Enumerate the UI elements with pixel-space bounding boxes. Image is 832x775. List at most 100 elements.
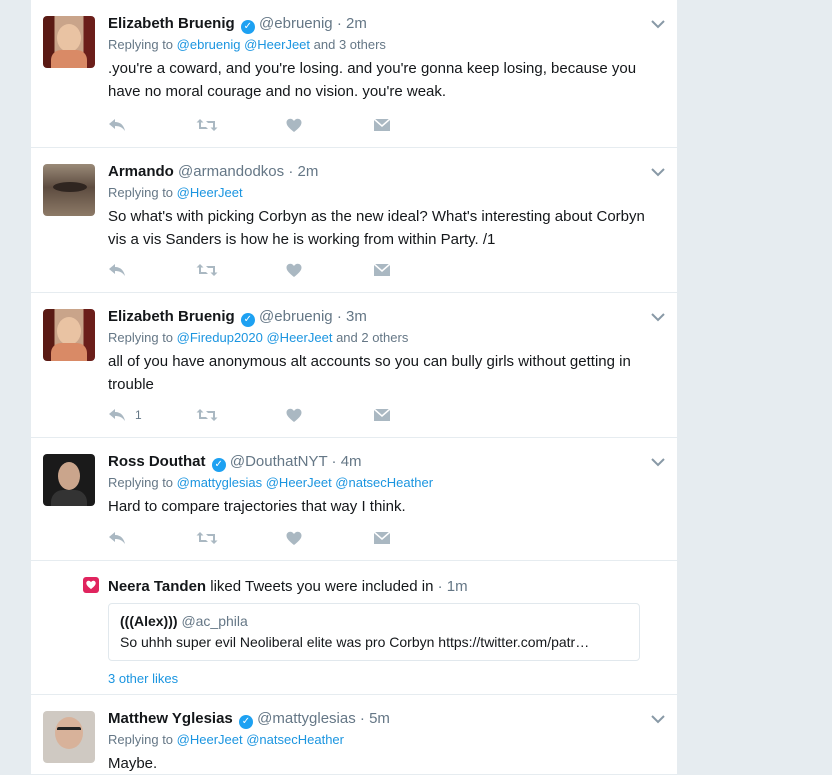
tweet-header: Armando @armandodkos · 2m (108, 162, 661, 182)
reply-icon[interactable]: 1 (108, 405, 142, 425)
reply-icon[interactable] (108, 260, 126, 280)
verified-badge-icon: ✓ (240, 20, 255, 34)
tweet-item[interactable]: Armando @armandodkos · 2m Replying to @H… (31, 148, 677, 293)
replying-label: Replying to (108, 475, 174, 490)
replying-mentions[interactable]: @HeerJeet @natsecHeather (177, 732, 344, 747)
timestamp[interactable]: 5m (369, 710, 390, 727)
separator: · (336, 15, 342, 32)
chevron-down-icon[interactable] (651, 309, 665, 322)
author-name[interactable]: Elizabeth Bruenig (108, 308, 235, 325)
replying-mentions[interactable]: @ebruenig @HeerJeet (177, 37, 310, 52)
tweet-content: Elizabeth Bruenig ✓ @ebruenig · 3m Reply… (108, 307, 661, 396)
tweet-item[interactable]: Elizabeth Bruenig ✓ @ebruenig · 2m Reply… (31, 0, 677, 148)
right-background (677, 0, 832, 775)
replying-label: Replying to (108, 732, 174, 747)
author-handle[interactable]: @ebruenig (259, 308, 333, 325)
chevron-down-icon[interactable] (651, 454, 665, 467)
tweet-header: Matthew Yglesias ✓ @mattyglesias · 5m (108, 709, 661, 729)
avatar[interactable] (43, 454, 95, 506)
author-handle[interactable]: @armandodkos (178, 163, 284, 180)
verified-badge-icon: ✓ (240, 313, 255, 327)
retweet-icon[interactable] (196, 405, 218, 425)
reply-icon[interactable] (108, 115, 126, 135)
reply-icon[interactable] (108, 528, 126, 548)
verified-badge-icon: ✓ (238, 715, 253, 729)
author-name[interactable]: Ross Douthat (108, 453, 206, 470)
replying-to: Replying to @HeerJeet (108, 184, 661, 202)
envelope-icon[interactable] (373, 115, 391, 135)
tweet-header: Elizabeth Bruenig ✓ @ebruenig · 3m (108, 307, 661, 327)
separator: · (437, 578, 443, 595)
heart-icon[interactable] (286, 260, 302, 280)
avatar[interactable] (43, 309, 95, 361)
avatar[interactable] (43, 711, 95, 763)
tweet-content: Elizabeth Bruenig ✓ @ebruenig · 2m Reply… (108, 14, 661, 103)
envelope-icon[interactable] (373, 528, 391, 548)
separator: · (331, 453, 337, 470)
timestamp[interactable]: 1m (447, 578, 468, 595)
retweet-icon[interactable] (196, 115, 218, 135)
avatar[interactable] (43, 16, 95, 68)
heart-icon (83, 577, 99, 593)
author-name[interactable]: Armando (108, 163, 174, 180)
tweet-content: Armando @armandodkos · 2m Replying to @H… (108, 162, 661, 251)
timestamp[interactable]: 4m (341, 453, 362, 470)
tweet-header: Ross Douthat ✓ @DouthatNYT · 4m (108, 452, 661, 472)
author-handle[interactable]: @mattyglesias (257, 710, 356, 727)
tweet-item[interactable]: Elizabeth Bruenig ✓ @ebruenig · 3m Reply… (31, 293, 677, 438)
tweet-actions: 1 (108, 405, 508, 425)
heart-icon[interactable] (286, 528, 302, 548)
replying-to: Replying to @ebruenig @HeerJeet and 3 ot… (108, 36, 661, 54)
quoted-tweet[interactable]: (((Alex))) @ac_phila So uhhh super evil … (108, 603, 640, 661)
envelope-icon[interactable] (373, 260, 391, 280)
retweet-icon[interactable] (196, 528, 218, 548)
notification-header: Neera Tanden liked Tweets you were inclu… (108, 577, 661, 597)
notifications-timeline: Elizabeth Bruenig ✓ @ebruenig · 2m Reply… (30, 0, 678, 775)
tweet-text: .you're a coward, and you're losing. and… (108, 60, 637, 100)
liker-name[interactable]: Neera Tanden (108, 578, 206, 595)
retweet-icon[interactable] (196, 260, 218, 280)
verified-badge-icon: ✓ (211, 458, 226, 472)
tweet-content: Ross Douthat ✓ @DouthatNYT · 4m Replying… (108, 452, 661, 518)
author-handle[interactable]: @DouthatNYT (230, 453, 328, 470)
heart-icon[interactable] (286, 405, 302, 425)
like-notification[interactable]: Neera Tanden liked Tweets you were inclu… (31, 561, 677, 695)
replying-mentions[interactable]: @HeerJeet (177, 185, 243, 200)
timestamp[interactable]: 2m (346, 15, 367, 32)
timestamp[interactable]: 2m (297, 163, 318, 180)
other-likes-link[interactable]: 3 other likes (108, 671, 661, 686)
replying-to: Replying to @Firedup2020 @HeerJeet and 2… (108, 329, 661, 347)
quoted-author-name: (((Alex))) (120, 613, 178, 629)
author-handle[interactable]: @ebruenig (259, 15, 333, 32)
replying-label: Replying to (108, 37, 174, 52)
timestamp[interactable]: 3m (346, 308, 367, 325)
tweet-item[interactable]: Ross Douthat ✓ @DouthatNYT · 4m Replying… (31, 438, 677, 561)
quoted-tweet-text: So uhhh super evil Neoliberal elite was … (120, 634, 590, 650)
tweet-actions (108, 260, 508, 280)
tweet-content: Matthew Yglesias ✓ @mattyglesias · 5m Re… (108, 709, 661, 775)
tweet-actions (108, 528, 508, 548)
author-name[interactable]: Elizabeth Bruenig (108, 15, 235, 32)
replying-label: Replying to (108, 185, 174, 200)
heart-icon[interactable] (286, 115, 302, 135)
replying-mentions[interactable]: @mattyglesias @HeerJeet @natsecHeather (177, 475, 433, 490)
chevron-down-icon[interactable] (651, 164, 665, 177)
replying-mentions[interactable]: @Firedup2020 @HeerJeet (177, 330, 333, 345)
notification-action: liked Tweets you were included in (210, 578, 434, 595)
replying-others[interactable]: and 3 others (314, 37, 386, 52)
avatar[interactable] (43, 164, 95, 216)
tweet-header: Elizabeth Bruenig ✓ @ebruenig · 2m (108, 14, 661, 34)
replying-others[interactable]: and 2 others (336, 330, 408, 345)
chevron-down-icon[interactable] (651, 711, 665, 724)
tweet-item[interactable]: Matthew Yglesias ✓ @mattyglesias · 5m Re… (31, 695, 677, 775)
chevron-down-icon[interactable] (651, 16, 665, 29)
tweet-text: Hard to compare trajectories that way I … (108, 498, 406, 515)
separator: · (359, 710, 365, 727)
envelope-icon[interactable] (373, 405, 391, 425)
reply-count: 1 (135, 408, 142, 422)
tweet-actions (108, 115, 508, 135)
separator: · (288, 163, 294, 180)
separator: · (336, 308, 342, 325)
author-name[interactable]: Matthew Yglesias (108, 710, 233, 727)
replying-to: Replying to @HeerJeet @natsecHeather (108, 731, 661, 749)
